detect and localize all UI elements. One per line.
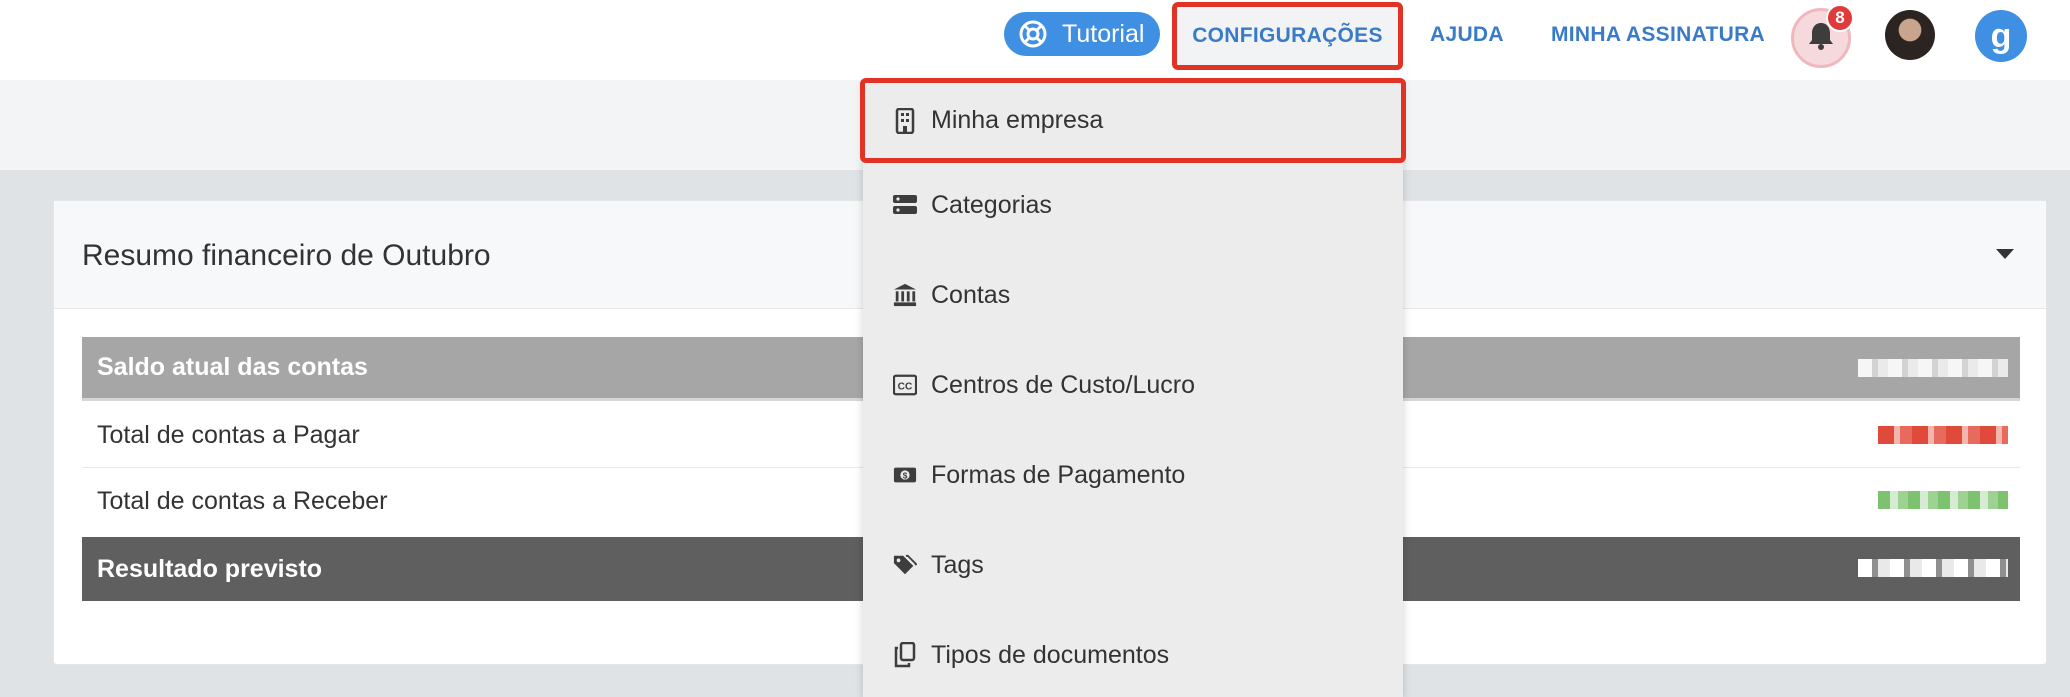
menu-item-label: Categorias <box>931 190 1052 219</box>
money-icon: $ <box>893 462 917 488</box>
menu-item-tipos-documentos[interactable]: Tipos de documentos <box>863 610 1403 697</box>
tutorial-label: Tutorial <box>1062 19 1145 48</box>
row-label: Total de contas a Receber <box>97 486 388 515</box>
building-icon <box>893 107 917 134</box>
tutorial-button[interactable]: Tutorial <box>1004 12 1160 56</box>
menu-item-minha-empresa[interactable]: Minha empresa <box>860 78 1406 163</box>
bank-icon <box>893 282 917 308</box>
nav-minha-assinatura[interactable]: MINHA ASSINATURA <box>1551 23 1765 47</box>
blurred-value <box>1878 491 2008 509</box>
menu-item-label: Tipos de documentos <box>931 640 1170 669</box>
card-title: Resumo financeiro de Outubro <box>82 239 491 272</box>
menu-item-label: Tags <box>931 550 984 579</box>
menu-item-categorias[interactable]: Categorias <box>863 160 1403 250</box>
blurred-value <box>1878 426 2008 444</box>
categories-icon <box>893 192 917 218</box>
svg-text:CC: CC <box>898 382 913 393</box>
blurred-value <box>1858 359 2008 377</box>
menu-item-label: Formas de Pagamento <box>931 460 1186 489</box>
top-navbar: Tutorial CONFIGURAÇÕES AJUDA MINHA ASSIN… <box>0 0 2070 80</box>
menu-item-label: Minha empresa <box>931 106 1104 134</box>
row-label: Saldo atual das contas <box>97 353 368 381</box>
row-label: Resultado previsto <box>97 554 323 583</box>
menu-item-contas[interactable]: Contas <box>863 250 1403 340</box>
cc-icon: CC <box>893 372 917 398</box>
documents-icon <box>893 642 917 668</box>
brand-logo-button[interactable]: g <box>1975 10 2027 62</box>
settings-dropdown-menu: Minha empresa Categorias Contas CC Centr… <box>860 78 1406 697</box>
row-label: Total de contas a Pagar <box>97 421 360 449</box>
menu-item-tags[interactable]: Tags <box>863 520 1403 610</box>
nav-configuracoes[interactable]: CONFIGURAÇÕES <box>1172 2 1403 70</box>
lifebuoy-icon <box>1018 19 1048 49</box>
brand-letter: g <box>1990 16 2012 55</box>
menu-item-label: Contas <box>931 280 1011 309</box>
notification-badge: 8 <box>1826 4 1854 32</box>
menu-item-label: Centros de Custo/Lucro <box>931 370 1196 399</box>
nav-ajuda[interactable]: AJUDA <box>1430 23 1504 47</box>
caret-down-icon[interactable] <box>1996 249 2014 259</box>
menu-item-centros-custo[interactable]: CC Centros de Custo/Lucro <box>863 340 1403 430</box>
tags-icon <box>893 552 917 578</box>
svg-text:$: $ <box>903 471 908 481</box>
avatar[interactable] <box>1885 10 1935 60</box>
blurred-value <box>1858 559 2008 577</box>
menu-item-formas-pagamento[interactable]: $ Formas de Pagamento <box>863 430 1403 520</box>
